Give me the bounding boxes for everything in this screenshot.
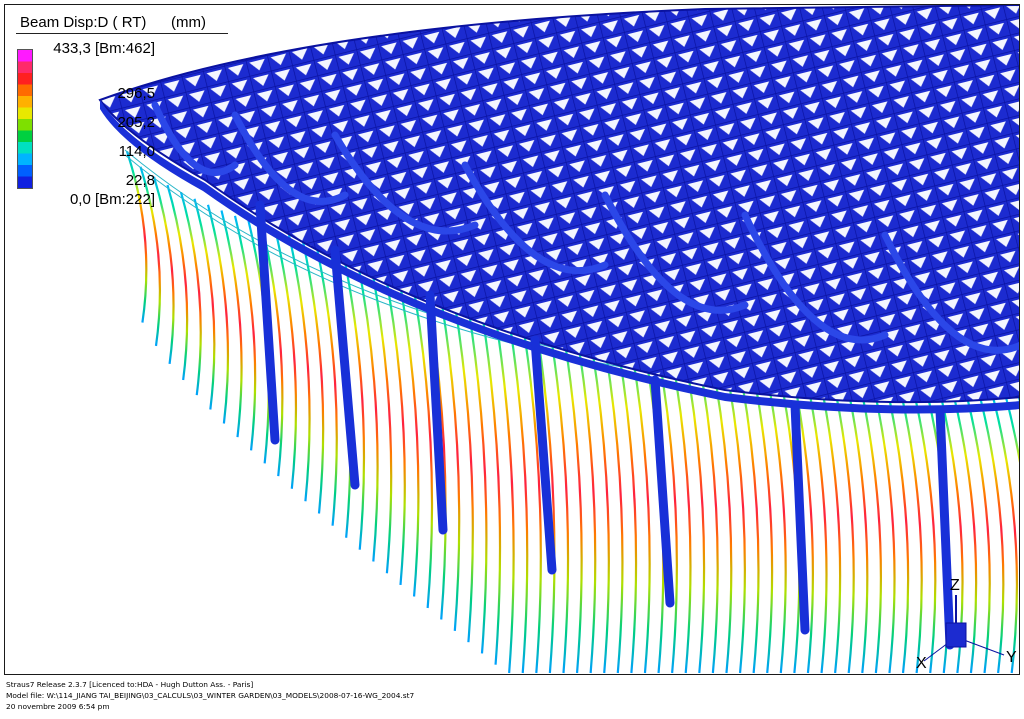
axis-z-label: Z [950,577,960,594]
mullion [368,259,393,574]
model-render [98,5,1019,674]
mullion [287,234,311,502]
axis-x-label: X [916,655,927,672]
legend-tick: 114,0 [118,143,155,160]
mullion [449,280,474,643]
legend-tick: 296,5 [117,85,155,102]
legend-labels: 433,3 [Bm:462] 296,5 205,2 114,0 22,8 0,… [5,5,155,215]
mullion [206,204,230,424]
mullion [395,266,420,597]
mullion [220,210,243,438]
legend-max-label: 433,3 [Bm:462] [53,40,155,57]
model-viewport[interactable]: Beam Disp:D ( RT) (mm) 433,3 [Bm:462] 29… [4,4,1020,675]
mullion [382,263,406,586]
roof-shell [98,5,1019,414]
mullion [463,284,488,654]
legend-units: (mm) [171,14,206,31]
mullion [881,370,910,674]
footer-date-line: 20 novembre 2009 6:54 pm [6,702,110,711]
mullion [490,290,515,674]
footer-model-file-line: Model file: W:\114_JIANG TAI_BEIJING\03_… [6,691,415,700]
mullion [503,293,529,674]
legend-min-label: 0,0 [Bm:222] [69,191,155,208]
status-footer: Straus7 Release 2.3.7 [Licenced to:HDA -… [6,679,414,712]
mullion [868,367,896,674]
mullion [476,287,502,665]
axis-triad: Z X Y [910,575,1019,674]
mullion [274,230,298,489]
footer-release-line: Straus7 Release 2.3.7 [Licenced to:HDA -… [6,680,254,689]
legend-tick: 22,8 [125,172,155,189]
axis-y-label: Y [1006,649,1017,666]
mullion [355,255,379,562]
legend-tick: 205,2 [117,114,155,131]
mullion [233,215,257,451]
mullion [193,198,216,410]
mullion [301,239,325,514]
